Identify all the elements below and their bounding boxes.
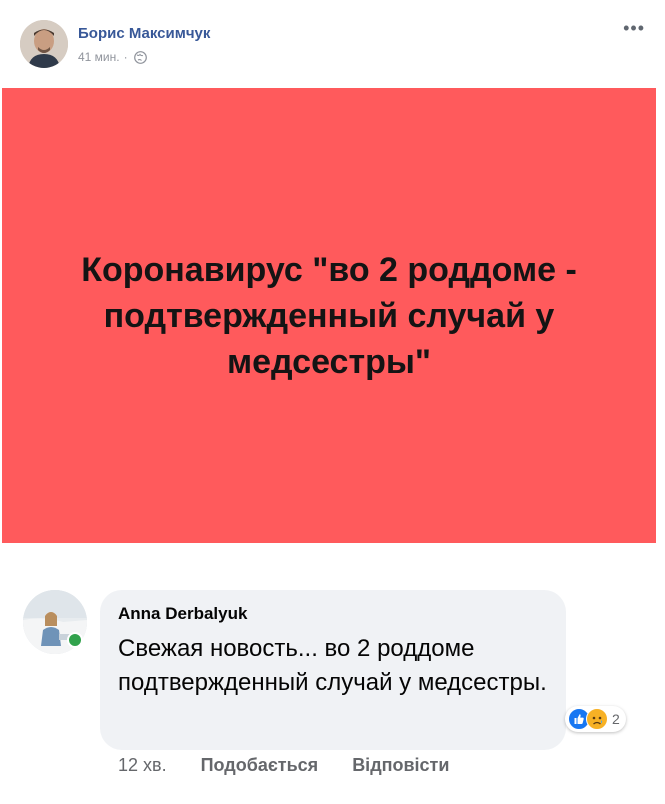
post-headline: Коронавирус "во 2 роддоме - подтвержденн… xyxy=(81,250,577,381)
comment-text: Свежая новость... во 2 роддоме подтвержд… xyxy=(118,635,547,696)
comment-bubble: Anna Derbalyuk Свежая новость... во 2 ро… xyxy=(100,590,566,750)
commenter-avatar-wrap[interactable] xyxy=(23,590,87,654)
post-header: Борис Максимчук 41 мин. · ••• xyxy=(0,0,665,88)
comment-time[interactable]: 12 хв. xyxy=(118,755,167,776)
like-button[interactable]: Подобається xyxy=(201,755,319,776)
comment-section: Anna Derbalyuk Свежая новость... во 2 ро… xyxy=(0,570,665,804)
post-time[interactable]: 41 мин. xyxy=(78,50,120,64)
globe-icon[interactable] xyxy=(133,50,147,64)
reaction-count: 2 xyxy=(612,711,620,727)
post-meta: 41 мин. · xyxy=(78,50,147,64)
reply-button[interactable]: Відповісти xyxy=(352,755,449,776)
post-author-name[interactable]: Борис Максимчук xyxy=(78,25,210,42)
comment-actions: 12 хв. Подобається Відповісти xyxy=(118,755,449,776)
post-image[interactable]: Коронавирус "во 2 роддоме - подтвержденн… xyxy=(2,88,656,543)
post-card: Борис Максимчук 41 мин. · ••• Коронавиру… xyxy=(0,0,665,560)
meta-separator: · xyxy=(123,50,128,64)
author-avatar[interactable] xyxy=(20,20,68,68)
comment-author-name[interactable]: Anna Derbalyuk xyxy=(118,604,548,624)
author-avatar-image xyxy=(20,20,68,68)
more-options-button[interactable]: ••• xyxy=(623,18,645,39)
online-status-dot xyxy=(67,632,83,648)
sad-icon xyxy=(586,708,608,730)
page: Борис Максимчук 41 мин. · ••• Коронавиру… xyxy=(0,0,665,804)
reaction-badge[interactable]: 2 xyxy=(565,706,626,732)
